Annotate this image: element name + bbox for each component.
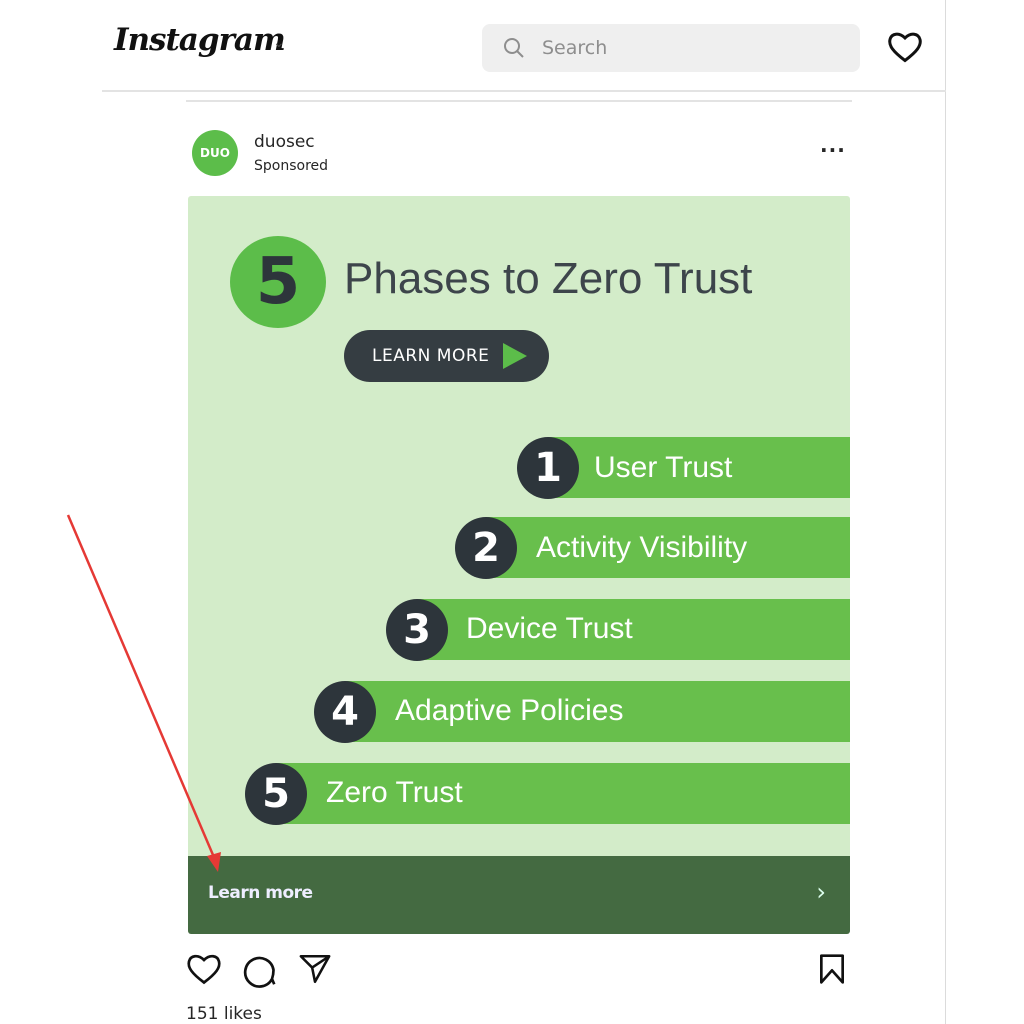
learn-more-cta[interactable]: Learn more › bbox=[188, 856, 850, 934]
ad-image[interactable]: 5 Phases to Zero Trust LEARN MORE 1 User… bbox=[188, 196, 850, 856]
bookmark-icon[interactable] bbox=[816, 952, 848, 986]
phase-number: 2 bbox=[455, 517, 517, 579]
ad-title: Phases to Zero Trust bbox=[344, 254, 753, 303]
sponsored-label: Sponsored bbox=[254, 158, 329, 174]
phase-number: 4 bbox=[314, 681, 376, 743]
search-input[interactable]: Search bbox=[482, 24, 860, 72]
search-placeholder: Search bbox=[542, 37, 608, 59]
username[interactable]: duosec bbox=[254, 132, 315, 152]
instagram-logo[interactable]: Instagram bbox=[114, 22, 286, 58]
comment-icon[interactable] bbox=[242, 952, 278, 988]
play-arrow-icon bbox=[503, 343, 527, 369]
phase-number: 5 bbox=[245, 763, 307, 825]
heart-icon[interactable] bbox=[887, 30, 923, 64]
phase-label: Zero Trust bbox=[326, 776, 463, 809]
ad-learn-more-button[interactable]: LEARN MORE bbox=[344, 330, 549, 382]
phase-label: Adaptive Policies bbox=[395, 694, 624, 727]
avatar[interactable]: DUO bbox=[192, 130, 238, 176]
like-icon[interactable] bbox=[186, 952, 222, 986]
more-options-icon[interactable]: ··· bbox=[820, 138, 846, 162]
phase-label: Device Trust bbox=[466, 612, 633, 645]
phase-number: 1 bbox=[517, 437, 579, 499]
ad-button-label: LEARN MORE bbox=[372, 346, 490, 366]
chevron-right-icon: › bbox=[816, 878, 826, 906]
share-icon[interactable] bbox=[298, 952, 332, 986]
search-icon bbox=[504, 38, 524, 58]
ad-number: 5 bbox=[230, 236, 326, 328]
chevron-down-icon[interactable]: ⌄ bbox=[273, 35, 285, 51]
cta-label: Learn more bbox=[208, 883, 313, 903]
phase-label: Activity Visibility bbox=[536, 531, 748, 564]
divider bbox=[102, 90, 946, 92]
divider bbox=[186, 100, 852, 102]
phase-label: User Trust bbox=[594, 451, 733, 484]
phase-number: 3 bbox=[386, 599, 448, 661]
likes-count[interactable]: 151 likes bbox=[186, 1004, 262, 1024]
